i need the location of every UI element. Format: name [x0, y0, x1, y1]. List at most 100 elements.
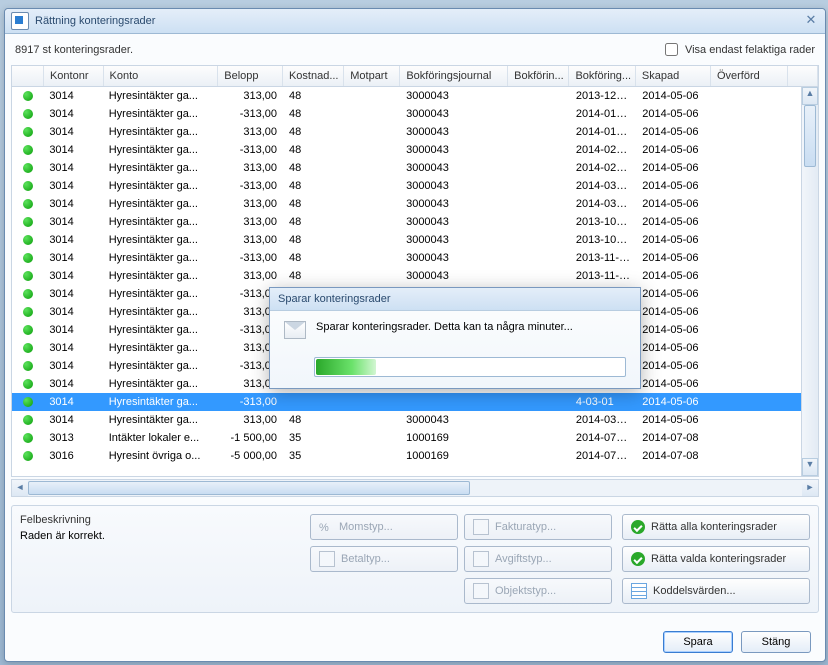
- cell: 2014-05-06: [636, 342, 711, 354]
- dialog-message: Sparar konteringsrader. Detta kan ta någ…: [316, 321, 573, 333]
- table-row[interactable]: 3016Hyresint övriga o...-5 000,003510001…: [12, 447, 818, 465]
- column-header[interactable]: Överförd: [711, 66, 788, 86]
- show-errors-checkbox[interactable]: Visa endast felaktiga rader: [661, 40, 815, 59]
- cell: 3014: [43, 360, 102, 372]
- table-row[interactable]: 3014Hyresintäkter ga...313,0048300004320…: [12, 87, 818, 105]
- status-dot-icon: [23, 91, 33, 101]
- cell: 2014-07-08: [636, 432, 711, 444]
- column-header[interactable]: Kostnad...: [283, 66, 344, 86]
- column-header[interactable]: [788, 66, 818, 86]
- cell: [12, 127, 43, 137]
- vertical-scrollbar[interactable]: ▲ ▼: [801, 87, 818, 476]
- cell: 3000043: [400, 108, 509, 120]
- main-window: Rättning konteringsrader ✕ 8917 st konte…: [4, 8, 826, 662]
- column-header[interactable]: [12, 66, 44, 86]
- scroll-down-icon[interactable]: ▼: [802, 458, 818, 476]
- dialog-title[interactable]: Sparar konteringsrader: [270, 288, 640, 311]
- scroll-up-icon[interactable]: ▲: [802, 87, 818, 105]
- status-dot-icon: [23, 379, 33, 389]
- cell: 3014: [43, 90, 102, 102]
- grid-header[interactable]: KontonrKontoBeloppKostnad...MotpartBokfö…: [12, 66, 818, 87]
- cell: [12, 415, 43, 425]
- status-dot-icon: [23, 271, 33, 281]
- cell: 2014-05-06: [636, 270, 711, 282]
- table-row[interactable]: 3014Hyresintäkter ga...313,0048300004320…: [12, 123, 818, 141]
- cell: 3000043: [400, 162, 509, 174]
- hscroll-thumb[interactable]: [28, 481, 470, 495]
- table-row[interactable]: 3014Hyresintäkter ga...313,0048300004320…: [12, 195, 818, 213]
- horizontal-scrollbar[interactable]: ◄ ►: [11, 479, 819, 497]
- card-icon: [319, 551, 335, 567]
- cell: 3000043: [400, 216, 509, 228]
- show-errors-input[interactable]: [665, 43, 678, 56]
- table-row[interactable]: 3014Hyresintäkter ga...313,0048300004320…: [12, 267, 818, 285]
- column-header[interactable]: Motpart: [344, 66, 400, 86]
- cell: 2014-01-01: [570, 126, 636, 138]
- cell: 48: [283, 270, 344, 282]
- cell: 2014-05-06: [636, 162, 711, 174]
- cell: 48: [283, 252, 344, 264]
- cell: Hyresintäkter ga...: [103, 378, 219, 390]
- table-row[interactable]: 3014Hyresintäkter ga...-313,004-03-01201…: [12, 393, 818, 411]
- desc-label: Felbeskrivning: [20, 514, 300, 526]
- scroll-left-icon[interactable]: ◄: [12, 480, 28, 496]
- cell: 2014-03-01: [570, 180, 636, 192]
- table-row[interactable]: 3014Hyresintäkter ga...-313,004830000432…: [12, 249, 818, 267]
- table-row[interactable]: 3014Hyresintäkter ga...313,0048300004320…: [12, 231, 818, 249]
- column-header[interactable]: Kontonr: [44, 66, 104, 86]
- cell: 2013-10-01: [570, 216, 636, 228]
- titlebar[interactable]: Rättning konteringsrader ✕: [5, 9, 825, 34]
- status-dot-icon: [23, 343, 33, 353]
- table-row[interactable]: 3013Intäkter lokaler e...-1 500,00351000…: [12, 429, 818, 447]
- koddelsvarden-button[interactable]: Koddelsvärden...: [622, 578, 810, 604]
- cell: Hyresintäkter ga...: [103, 252, 219, 264]
- status-dot-icon: [23, 433, 33, 443]
- cell: 3000043: [400, 180, 509, 192]
- cell: 3014: [43, 414, 102, 426]
- close-icon[interactable]: ✕: [803, 13, 819, 29]
- column-header[interactable]: Bokföringsjournal: [400, 66, 508, 86]
- cell: [12, 199, 43, 209]
- scroll-thumb[interactable]: [804, 105, 816, 167]
- column-header[interactable]: Bokförin...: [508, 66, 569, 86]
- save-button[interactable]: Spara: [663, 631, 733, 653]
- table-row[interactable]: 3014Hyresintäkter ga...313,0048300004320…: [12, 411, 818, 429]
- cell: Hyresintäkter ga...: [103, 198, 219, 210]
- column-header[interactable]: Belopp: [218, 66, 283, 86]
- table-row[interactable]: 3014Hyresintäkter ga...-313,004830000432…: [12, 177, 818, 195]
- cell: [12, 217, 43, 227]
- column-header[interactable]: Bokföring...: [569, 66, 635, 86]
- scroll-right-icon[interactable]: ►: [802, 480, 818, 496]
- cell: 48: [283, 108, 344, 120]
- cell: 2014-05-06: [636, 198, 711, 210]
- cell: Hyresintäkter ga...: [103, 180, 219, 192]
- svg-text:%: %: [319, 522, 329, 534]
- cell: 1000169: [400, 432, 509, 444]
- table-row[interactable]: 3014Hyresintäkter ga...313,0048300004320…: [12, 159, 818, 177]
- envelope-icon: [284, 321, 306, 339]
- cell: -1 500,00: [218, 432, 283, 444]
- ratta-alla-button[interactable]: Rätta alla konteringsrader: [622, 514, 810, 540]
- cell: 2014-03-01: [570, 414, 636, 426]
- table-row[interactable]: 3014Hyresintäkter ga...313,0048300004320…: [12, 213, 818, 231]
- table-row[interactable]: 3014Hyresintäkter ga...-313,004830000432…: [12, 141, 818, 159]
- cell: 48: [283, 216, 344, 228]
- grid-body[interactable]: 3014Hyresintäkter ga...313,0048300004320…: [12, 87, 818, 476]
- cell: 2014-05-06: [636, 360, 711, 372]
- cell: Hyresintäkter ga...: [103, 306, 219, 318]
- close-button[interactable]: Stäng: [741, 631, 811, 653]
- status-dot-icon: [23, 325, 33, 335]
- cell: [12, 91, 43, 101]
- table-row[interactable]: 3014Hyresintäkter ga...-313,004830000432…: [12, 105, 818, 123]
- cell: 3000043: [400, 414, 509, 426]
- column-header[interactable]: Konto: [104, 66, 219, 86]
- cell: [12, 307, 43, 317]
- cell: 2014-05-06: [636, 396, 711, 408]
- cell: 48: [283, 198, 344, 210]
- cell: Hyresint övriga o...: [103, 450, 219, 462]
- column-header[interactable]: Skapad: [636, 66, 711, 86]
- ratta-valda-button[interactable]: Rätta valda konteringsrader: [622, 546, 810, 572]
- status-dot-icon: [23, 109, 33, 119]
- cell: [12, 397, 43, 407]
- cell: 3000043: [400, 90, 509, 102]
